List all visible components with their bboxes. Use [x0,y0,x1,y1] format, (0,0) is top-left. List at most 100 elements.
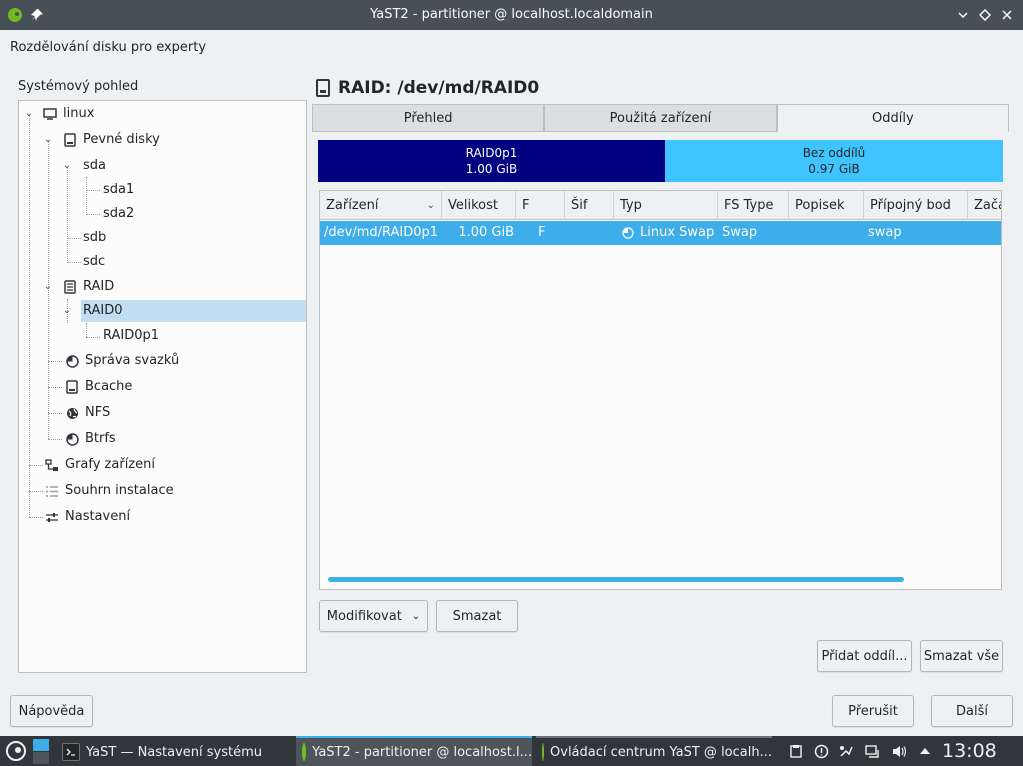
tree-item-installation-summary[interactable]: Souhrn instalace [45,480,174,502]
pager-desktop-1[interactable] [33,739,49,751]
tree-item-sdb[interactable]: sdb [83,227,106,249]
tree-item-label: sda2 [103,206,135,221]
tree-item-raid0[interactable]: ⌄ RAID0 [63,300,306,322]
pager-desktop-2[interactable] [33,752,49,764]
tree-item-label: RAID0 [83,303,123,318]
chevron-down-icon[interactable]: ⌄ [61,155,73,177]
column-header-label[interactable]: Popisek [789,191,864,220]
chevron-down-icon[interactable]: ⌄ [61,300,73,322]
tree-item-label: RAID [83,279,115,294]
chevron-down-icon[interactable]: ⌄ [23,103,35,125]
task-yast-partitioner[interactable]: YaST2 - partitioner @ localhost.l... [296,736,532,766]
chevron-up-icon[interactable] [917,743,933,759]
partition-segment-unpartitioned[interactable]: Bez oddílů 0.97 GiB [665,140,1003,182]
tree-item-raid0p1[interactable]: RAID0p1 [103,325,159,347]
maximize-icon[interactable] [976,6,994,24]
tree-item-label: linux [63,106,95,121]
tree-item-sda1[interactable]: sda1 [103,179,134,201]
tree-item-raid[interactable]: ⌄ RAID [19,276,306,298]
application-launcher-icon[interactable] [6,741,26,761]
tree-item-volume-management[interactable]: Správa svazků [65,350,179,372]
tree-item-sdc[interactable]: sdc [83,251,105,273]
abort-button[interactable]: Přerušit [832,695,914,727]
tree-item-label: sdc [83,254,106,269]
taskbar: YaST — Nastavení systému YaST2 - partiti… [0,736,1023,766]
column-header-format[interactable]: F [516,191,565,220]
harddisk-icon [63,133,77,147]
cell-type-label: Linux Swap [640,225,715,240]
devices-icon[interactable] [838,743,854,759]
tree-item-label: NFS [85,405,111,420]
chevron-down-icon[interactable]: ⌄ [42,129,54,151]
tree-item-sda2[interactable]: sda2 [103,203,134,225]
tree-item-settings[interactable]: Nastavení [45,506,130,528]
window-titlebar: YaST2 - partitioner @ localhost.localdom… [0,0,1023,30]
task-label: YaST — Nastavení systému [86,744,263,760]
tree-item-hard-disks[interactable]: ⌄ Pevné disky [19,129,306,151]
tree-item-label: RAID0p1 [103,328,160,343]
column-header-type[interactable]: Typ [614,191,718,220]
tab-overview[interactable]: Přehled [312,104,545,132]
cell-start [968,221,1001,245]
chevron-down-icon[interactable]: ⌄ [42,276,54,298]
cell-mount-point: swap [868,225,902,240]
update-icon[interactable] [813,743,829,759]
chevron-down-icon: ⌄ [411,610,421,622]
harddisk-icon [65,380,79,394]
task-yast-control-center[interactable]: Ovládací centrum YaST @ localh... [536,736,772,766]
tree-item-nfs[interactable]: NFS [65,402,110,424]
column-header-mount-point[interactable]: Přípojný bod [864,191,968,220]
tree-item-device-graphs[interactable]: Grafy zařízení [45,454,155,476]
pie-chart-icon [65,354,79,368]
clipboard-icon[interactable] [788,743,804,759]
tree-label: Systémový pohled [18,79,139,94]
close-icon[interactable] [998,6,1016,24]
tree-item-sda[interactable]: ⌄ sda [19,155,306,177]
chevron-down-icon: ⌄ [426,200,435,211]
monitor-icon [43,107,57,121]
tree-item-label: Pevné disky [83,132,160,147]
tree-item-label: Souhrn instalace [65,483,174,498]
tree-item-btrfs[interactable]: Btrfs [65,428,116,450]
column-header-start[interactable]: Začá [968,191,1001,220]
terminal-icon [62,743,80,761]
list-icon [45,484,59,498]
tree-item-label: Btrfs [85,431,116,446]
task-label: Ovládací centrum YaST @ localh... [550,744,772,760]
tree-item-label: Správa svazků [85,353,180,368]
partition-segment-raid0p1[interactable]: RAID0p1 1.00 GiB [318,140,665,182]
delete-all-button[interactable]: Smazat vše [920,640,1003,672]
tree-item-bcache[interactable]: Bcache [65,376,132,398]
tab-partitions[interactable]: Oddíly [776,104,1009,132]
delete-button[interactable]: Smazat [436,600,518,632]
help-button[interactable]: Nápověda [10,695,93,727]
segment-size: 0.97 GiB [808,162,860,176]
tree-item-label: Bcache [85,379,133,394]
clock[interactable]: 13:08 [942,736,997,766]
cell-fs-type: Swap [722,225,758,240]
volume-icon[interactable] [891,743,907,759]
next-button[interactable]: Další [931,695,1013,727]
pie-chart-icon [65,432,79,446]
segment-name: RAID0p1 [465,146,518,160]
column-header-device[interactable]: Zařízení ⌄ [320,191,442,220]
cell-device: /dev/md/RAID0p1 [324,225,439,240]
table-header: Zařízení ⌄ Velikost F Šif Typ FS Type Po… [320,191,1001,220]
task-yast-settings[interactable]: YaST — Nastavení systému [56,738,292,766]
add-partition-button[interactable]: Přidat oddíl... [817,640,912,672]
horizontal-scrollbar[interactable] [328,577,904,582]
column-header-fs-type[interactable]: FS Type [718,191,789,220]
network-wired-icon[interactable] [864,743,880,759]
modify-button[interactable]: Modifikovat ⌄ [319,600,428,632]
table-row[interactable]: /dev/md/RAID0p1 1.00 GiB F Linux Swap Sw… [320,221,1001,245]
minimize-icon[interactable] [954,6,972,24]
partitions-table[interactable]: Zařízení ⌄ Velikost F Šif Typ FS Type Po… [319,190,1002,590]
system-view-tree[interactable]: ⌄ linux ⌄ Pevné disky ⌄ sda sda1 sda2 sd… [18,100,307,673]
column-header-encryption[interactable]: Šif [565,191,614,220]
opensuse-logo-icon [302,743,307,761]
column-header-size[interactable]: Velikost [442,191,516,220]
tab-used-devices[interactable]: Použitá zařízení [544,104,777,132]
cell-type: Linux Swap [614,221,718,245]
tree-item-linux[interactable]: ⌄ linux [19,103,306,125]
tree-item-label: sda1 [103,182,135,197]
